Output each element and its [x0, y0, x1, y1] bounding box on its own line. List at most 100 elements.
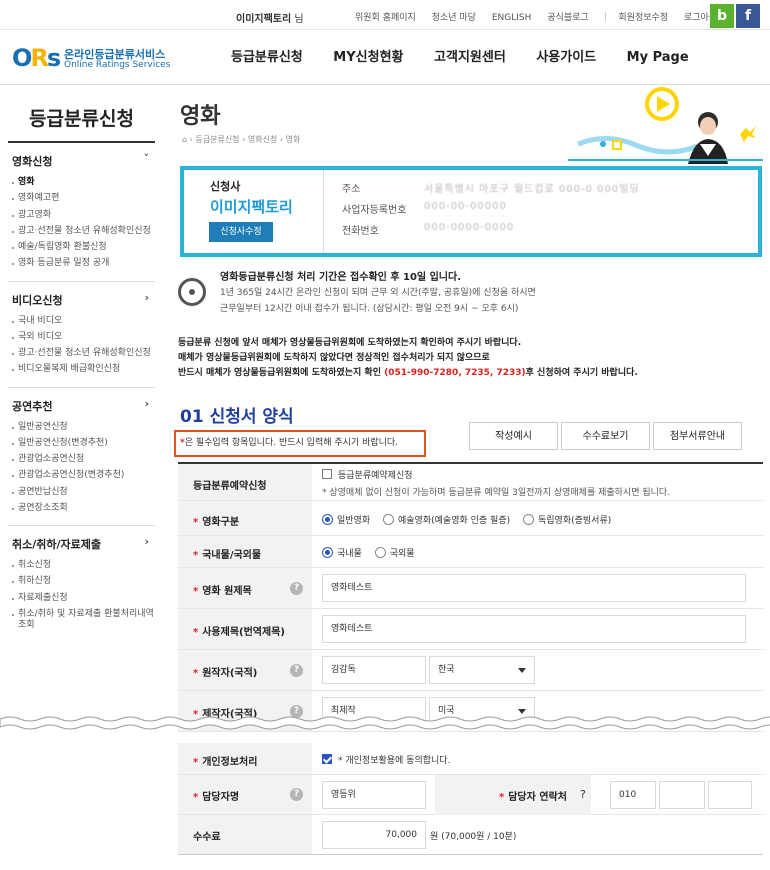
home-icon[interactable]: ⌂: [182, 135, 187, 144]
phone-prefix-input[interactable]: 010: [610, 781, 656, 809]
example-button[interactable]: 작성예시: [469, 422, 558, 450]
attachments-button[interactable]: 첨부서류안내: [653, 422, 742, 450]
top-utility-bar: 이미지팩토리 님 위원회 홈페이지 청소년 마당 ENGLISH 공식블로그 회…: [0, 0, 770, 30]
sidebar-item-withdraw[interactable]: 취하신청: [8, 574, 155, 590]
sidebar-item-perf-general[interactable]: 일반공연신청: [8, 420, 155, 436]
facebook-icon[interactable]: f: [736, 4, 760, 28]
manager-name-input[interactable]: 영등위: [322, 781, 426, 809]
breadcrumb-item[interactable]: 영화신청: [248, 135, 277, 144]
sidebar-group-header[interactable]: 영화신청 ˅: [8, 149, 155, 175]
site-logo[interactable]: ORs 온라인등급분류서비스 Online Ratings Services: [12, 44, 172, 78]
sidebar-group-header[interactable]: 비디오신청 ›: [8, 288, 155, 314]
sidebar-item-refund[interactable]: 예술/독립영화 환불신청: [8, 240, 155, 256]
radio-foreign[interactable]: 국외물: [374, 547, 415, 559]
question-circle-icon[interactable]: ?: [290, 582, 303, 595]
fee-unit: 원 (70,000원 / 10분): [430, 832, 517, 842]
notice-body: 1년 365일 24시간 온라인 신청이 되며 근무 외 시간(주말, 공휴일)…: [220, 288, 536, 314]
torn-edge-divider: [0, 716, 770, 730]
question-circle-icon[interactable]: ?: [580, 788, 586, 801]
row-author: * 원작자(국적) ? 김감독 한국: [178, 650, 763, 691]
question-circle-icon[interactable]: ?: [290, 664, 303, 677]
row-reservation: 등급분류예약신청 등급분류예약제신청 * 상영매체 없이 신청이 가능하며 등급…: [178, 464, 763, 501]
author-input[interactable]: 김감독: [322, 656, 426, 684]
link-youth[interactable]: 청소년 마당: [432, 13, 476, 23]
sidebar-item-perf-venue[interactable]: 공연장소조회: [8, 501, 155, 517]
media-arrival-notice: 등급분류 신청에 앞서 매체가 영상물등급위원회에 도착하였는지 확인하여 주시…: [178, 338, 638, 378]
sidebar-group-header[interactable]: 공연추천 ›: [8, 394, 155, 420]
check-icon[interactable]: [322, 754, 332, 764]
gnb-mypage[interactable]: My Page: [627, 50, 689, 65]
sidebar-item-refund-history[interactable]: 취소/취하 및 자료제출 환불처리내역조회: [8, 607, 155, 635]
breadcrumb-item[interactable]: 영화: [286, 135, 301, 144]
sidebar-item-video-ad-check[interactable]: 광고·선전물 청소년 유해성확인신청: [8, 346, 155, 362]
author-label: * 원작자(국적): [193, 668, 258, 679]
sidebar-group-performance: 공연추천 › 일반공연신청 일반공연신청(변경추천) 관광업소공연신청 관광업소공…: [8, 388, 155, 526]
radio-art-film[interactable]: 예술영화(예술영화 인증 필증): [383, 514, 510, 526]
phone-middle-input[interactable]: [659, 781, 705, 809]
reservation-checkbox[interactable]: 등급분류예약제신청: [322, 468, 670, 481]
contact-label-cell: * 담당자 연락처: [435, 775, 591, 815]
privacy-checkbox[interactable]: * 개인정보활용에 동의합니다.: [322, 753, 450, 766]
origin-label: * 국내물/국외물: [193, 550, 262, 561]
edit-applicant-button[interactable]: 신청사수정: [209, 222, 273, 242]
sidebar-item-trailer[interactable]: 영화예고편: [8, 191, 155, 207]
sidebar-item-perf-tourism-change[interactable]: 관광업소공연신청(변경추천): [8, 468, 155, 484]
film-reel-icon: [178, 278, 206, 306]
sidebar-item-ad-movie[interactable]: 광고영화: [8, 208, 155, 224]
sidebar-item-movie[interactable]: 영화: [8, 175, 155, 191]
breadcrumb-item[interactable]: 등급분류신청: [195, 135, 239, 144]
sidebar-item-cancel[interactable]: 취소신청: [8, 558, 155, 574]
section-title: 01 신청서 양식: [180, 407, 294, 427]
sidebar-item-foreign-video[interactable]: 국외 비디오: [8, 330, 155, 346]
logged-in-user: 이미지팩토리 님: [236, 14, 304, 25]
sidebar-item-submit[interactable]: 자료제출신청: [8, 591, 155, 607]
sidebar-item-domestic-video[interactable]: 국내 비디오: [8, 314, 155, 330]
sidebar-group-video: 비디오신청 › 국내 비디오 국외 비디오 광고·선전물 청소년 유해성확인신청 …: [8, 282, 155, 388]
sidebar-item-perf-tourism[interactable]: 관광업소공연신청: [8, 452, 155, 468]
gnb-my-status[interactable]: MY신청현황: [333, 50, 403, 65]
gnb-guide[interactable]: 사용가이드: [536, 50, 596, 65]
contact-label: * 담당자 연락처: [499, 792, 567, 803]
reservation-note: * 상영매체 없이 신청이 가능하며 등급분류 예약일 3일전까지 상영매체를 …: [322, 488, 671, 498]
applicant-phone: 전화번호 000-0000-0000: [342, 222, 515, 237]
link-blog[interactable]: 공식블로그: [547, 13, 588, 23]
radio-general-film[interactable]: 일반영화: [322, 514, 370, 526]
sidebar-item-ad-harm-check[interactable]: 광고·선전물 청소년 유해성확인신청: [8, 224, 155, 240]
sidebar-group-header[interactable]: 취소/취하/자료제출 ›: [8, 532, 155, 558]
fee-button[interactable]: 수수료보기: [561, 422, 650, 450]
sidebar-item-schedule[interactable]: 영화 등급분류 일정 공개: [8, 256, 155, 272]
checkbox-icon[interactable]: [322, 469, 332, 479]
applicant-summary: 신청사 이미지팩토리 신청사수정: [184, 170, 324, 253]
applicant-name: 이미지팩토리: [210, 198, 293, 216]
link-english[interactable]: ENGLISH: [492, 13, 532, 23]
chevron-right-icon: ›: [144, 290, 149, 304]
film-type-label: * 영화구분: [193, 517, 240, 528]
original-title-input[interactable]: 영화테스트: [322, 574, 746, 602]
author-country-select[interactable]: 한국: [429, 656, 535, 684]
privacy-label: * 개인정보처리: [193, 757, 258, 768]
sidebar-group-movie: 영화신청 ˅ 영화 영화예고편 광고영화 광고·선전물 청소년 유해성확인신청 예…: [8, 143, 155, 282]
applicant-business-number: 사업자등록번호 000-00-00000: [342, 201, 507, 216]
applicant-details: 주소 서울특별시 마포구 월드컵로 000-0 000빌딩 사업자등록번호 000-…: [342, 180, 742, 243]
gnb-rating-apply[interactable]: 등급분류신청: [231, 50, 303, 65]
sidebar-item-perf-general-change[interactable]: 일반공연신청(변경추천): [8, 436, 155, 452]
link-committee-home[interactable]: 위원회 홈페이지: [355, 13, 416, 23]
question-circle-icon[interactable]: ?: [290, 788, 303, 801]
logo-mark: ORs: [12, 44, 61, 72]
sidebar-title: 등급분류신청: [8, 96, 155, 143]
blog-icon[interactable]: b: [710, 4, 734, 28]
radio-indie-film[interactable]: 독립영화(증빙서류): [522, 514, 611, 526]
row-film-type: * 영화구분 일반영화 예술영화(예술영화 인증 필증) 독립영화(증빙서류): [178, 501, 763, 536]
gnb-support[interactable]: 고객지원센터: [434, 50, 506, 65]
chevron-right-icon: ›: [144, 535, 149, 548]
applicant-card: 신청사 이미지팩토리 신청사수정 주소 서울특별시 마포구 월드컵로 000-0 …: [180, 166, 762, 257]
sidebar-item-video-dist[interactable]: 비디오물복제 배급확인신청: [8, 362, 155, 378]
used-title-input[interactable]: 영화테스트: [322, 615, 746, 643]
sidebar-item-perf-return[interactable]: 공연반납신청: [8, 485, 155, 501]
link-edit-profile[interactable]: 회원정보수정: [618, 13, 668, 23]
row-used-title: * 사용제목(번역제목) 영화테스트: [178, 609, 763, 650]
original-title-label: * 영화 원제목: [193, 586, 252, 597]
phone-last-input[interactable]: [708, 781, 752, 809]
row-manager: * 담당자명 ? 영등위 * 담당자 연락처 ? 010: [178, 775, 763, 815]
radio-domestic[interactable]: 국내물: [322, 547, 362, 559]
